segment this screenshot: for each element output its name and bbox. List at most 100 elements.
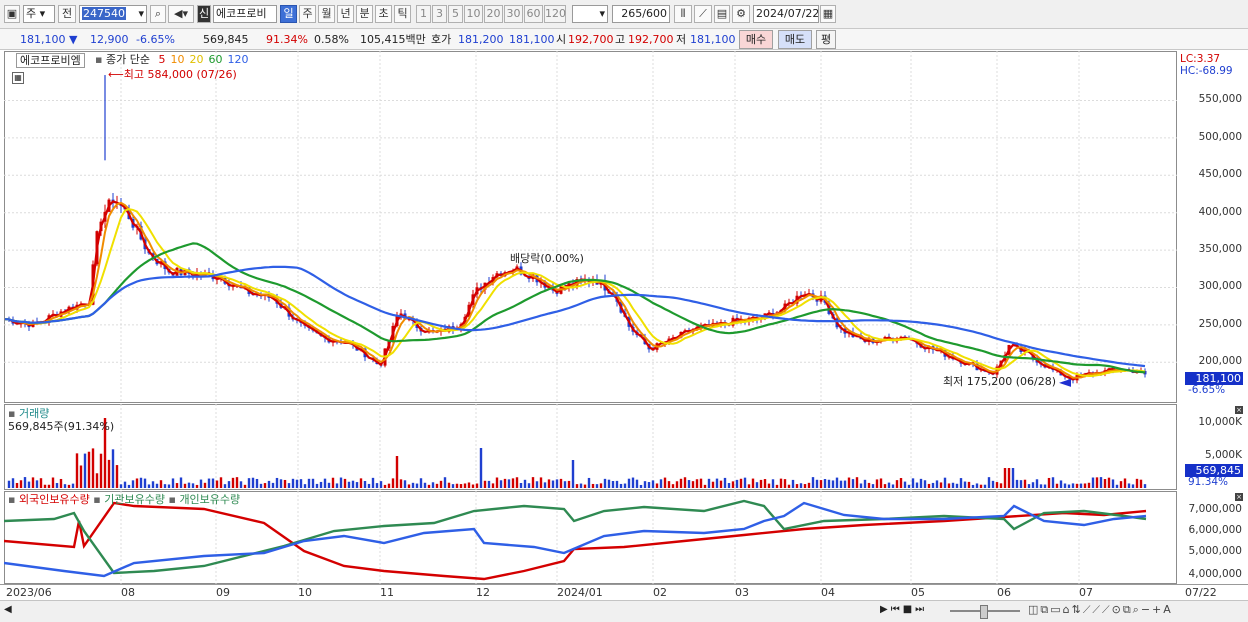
code-input[interactable]: 247540 ▾	[79, 5, 147, 23]
count-field[interactable]: 265/600	[612, 5, 670, 23]
interval-button-3[interactable]: 3	[432, 5, 447, 23]
interval-button-10[interactable]: 10	[464, 5, 483, 23]
interval-button-120[interactable]: 120	[544, 5, 566, 23]
scrollbar[interactable]: ◀ ▶⏮■⏭ ◫⧉▭⌂⇅⟋⟋⟋⊙⧉⌕−+A	[0, 600, 1248, 622]
volume-bar	[219, 477, 223, 488]
avg-button[interactable]: 평	[816, 30, 836, 49]
ma-legend-5[interactable]: 5	[158, 53, 165, 66]
close-icon[interactable]: ×	[1235, 493, 1243, 501]
playback-controls[interactable]: ▶⏮■⏭	[880, 604, 927, 615]
volume-bar	[143, 478, 147, 488]
tab-period-1[interactable]: 주	[299, 5, 316, 23]
interval-button-1[interactable]: 1	[416, 5, 431, 23]
close-icon[interactable]: ×	[1235, 406, 1243, 414]
x-axis-label: 11	[380, 586, 394, 599]
ma-legend-title: 종가 단순	[105, 53, 150, 66]
volume-bar	[175, 483, 179, 488]
line-tool-icon[interactable]: ⟋	[694, 5, 712, 23]
zoom-slider-handle[interactable]	[980, 605, 988, 619]
prev-button[interactable]: 전	[58, 5, 76, 23]
volume-bar	[715, 478, 719, 488]
chart-settings-icon[interactable]: ▣	[4, 5, 20, 23]
volume-bar	[243, 484, 247, 488]
candle-icon[interactable]: ⫴	[674, 5, 692, 23]
volume-bar	[783, 479, 787, 488]
holding-legend-item[interactable]: 외국인보유수량	[19, 493, 90, 506]
volume-bar	[287, 483, 291, 488]
chart-type-select[interactable]: 주 ▾	[23, 5, 55, 23]
stock-name-field[interactable]: 에코프로비	[213, 5, 277, 23]
tab-period-0[interactable]: 일	[280, 5, 297, 23]
search-icon[interactable]: ⌕	[150, 5, 166, 23]
volume-bar	[1083, 483, 1087, 488]
buy-button[interactable]: 매수	[739, 30, 773, 49]
ask-price: 181,200	[458, 33, 504, 46]
date-field[interactable]: 2024/07/22	[753, 5, 819, 23]
holding-legend-item[interactable]: 기관보유수량	[104, 493, 165, 506]
low-price: 181,100	[690, 33, 736, 46]
volume-bar	[279, 479, 283, 488]
quote-strip: 181,100 ▼ 12,900 -6.65% 569,845 91.34% 0…	[0, 29, 1248, 50]
chevron-down-icon[interactable]: ▾	[599, 6, 605, 22]
scroll-left-icon[interactable]: ◀	[4, 604, 12, 615]
volume-bar	[11, 478, 15, 488]
volume-bar	[375, 483, 379, 488]
volume-bar	[911, 478, 915, 488]
volume-bar	[1003, 468, 1007, 488]
volume-bar	[359, 478, 363, 488]
volume-bar	[1119, 481, 1123, 488]
tab-period-5[interactable]: 초	[375, 5, 392, 23]
ma-legend-60[interactable]: 60	[208, 53, 222, 66]
volume-bar	[951, 482, 955, 488]
price-chart[interactable]	[4, 51, 1177, 403]
volume-bar	[419, 478, 423, 488]
volume-bar	[755, 482, 759, 488]
volume-bar	[411, 482, 415, 488]
chevron-down-icon[interactable]: ▾	[138, 6, 144, 22]
volume-bar	[75, 453, 79, 488]
volume-bar	[147, 484, 151, 488]
volume-bar	[363, 480, 367, 488]
interval-button-30[interactable]: 30	[504, 5, 523, 23]
count-total: /600	[642, 7, 667, 20]
ma-legend-20[interactable]: 20	[189, 53, 203, 66]
volume-bar	[403, 480, 407, 488]
volume-bar	[31, 477, 35, 488]
calendar-icon[interactable]: ▦	[820, 5, 836, 23]
current-volume-pct: 91.34%	[1188, 476, 1229, 488]
table-icon[interactable]: ▦	[12, 72, 24, 84]
volume-bar	[1043, 484, 1047, 488]
volume-bar	[603, 478, 607, 488]
volume-chart[interactable]	[4, 404, 1177, 490]
volume-bar	[199, 479, 203, 488]
tab-period-4[interactable]: 분	[356, 5, 373, 23]
save-icon[interactable]: ▤	[714, 5, 730, 23]
volume-tick-label: 10,000K	[1198, 416, 1242, 428]
volume-bar	[691, 481, 695, 488]
price-tick-label: 300,000	[1198, 280, 1242, 293]
ma-legend-10[interactable]: 10	[170, 53, 184, 66]
volume-bar	[679, 478, 683, 488]
volume-bar	[567, 480, 571, 488]
tab-period-6[interactable]: 틱	[394, 5, 411, 23]
interval-custom-input[interactable]: ▾	[572, 5, 608, 23]
speaker-icon[interactable]: ◀▾	[168, 5, 194, 23]
volume-bar	[327, 482, 331, 488]
interval-button-5[interactable]: 5	[448, 5, 463, 23]
volume-bar	[1103, 479, 1107, 488]
volume-bar	[1071, 483, 1075, 488]
code-value: 247540	[82, 7, 126, 20]
holding-tick-label: 6,000,000	[1188, 524, 1242, 536]
sell-button[interactable]: 매도	[778, 30, 812, 49]
drawing-tools[interactable]: ◫⧉▭⌂⇅⟋⟋⟋⊙⧉⌕−+A	[1028, 603, 1173, 617]
tab-period-3[interactable]: 년	[337, 5, 354, 23]
volume-bar	[35, 480, 39, 488]
tab-period-2[interactable]: 월	[318, 5, 335, 23]
holding-legend-item[interactable]: 개인보유수량	[179, 493, 240, 506]
gear-icon[interactable]: ⚙	[732, 5, 750, 23]
ma-legend-120[interactable]: 120	[227, 53, 248, 66]
volume-bar	[355, 482, 359, 488]
volume-bar	[507, 479, 511, 488]
interval-button-20[interactable]: 20	[484, 5, 503, 23]
interval-button-60[interactable]: 60	[524, 5, 543, 23]
